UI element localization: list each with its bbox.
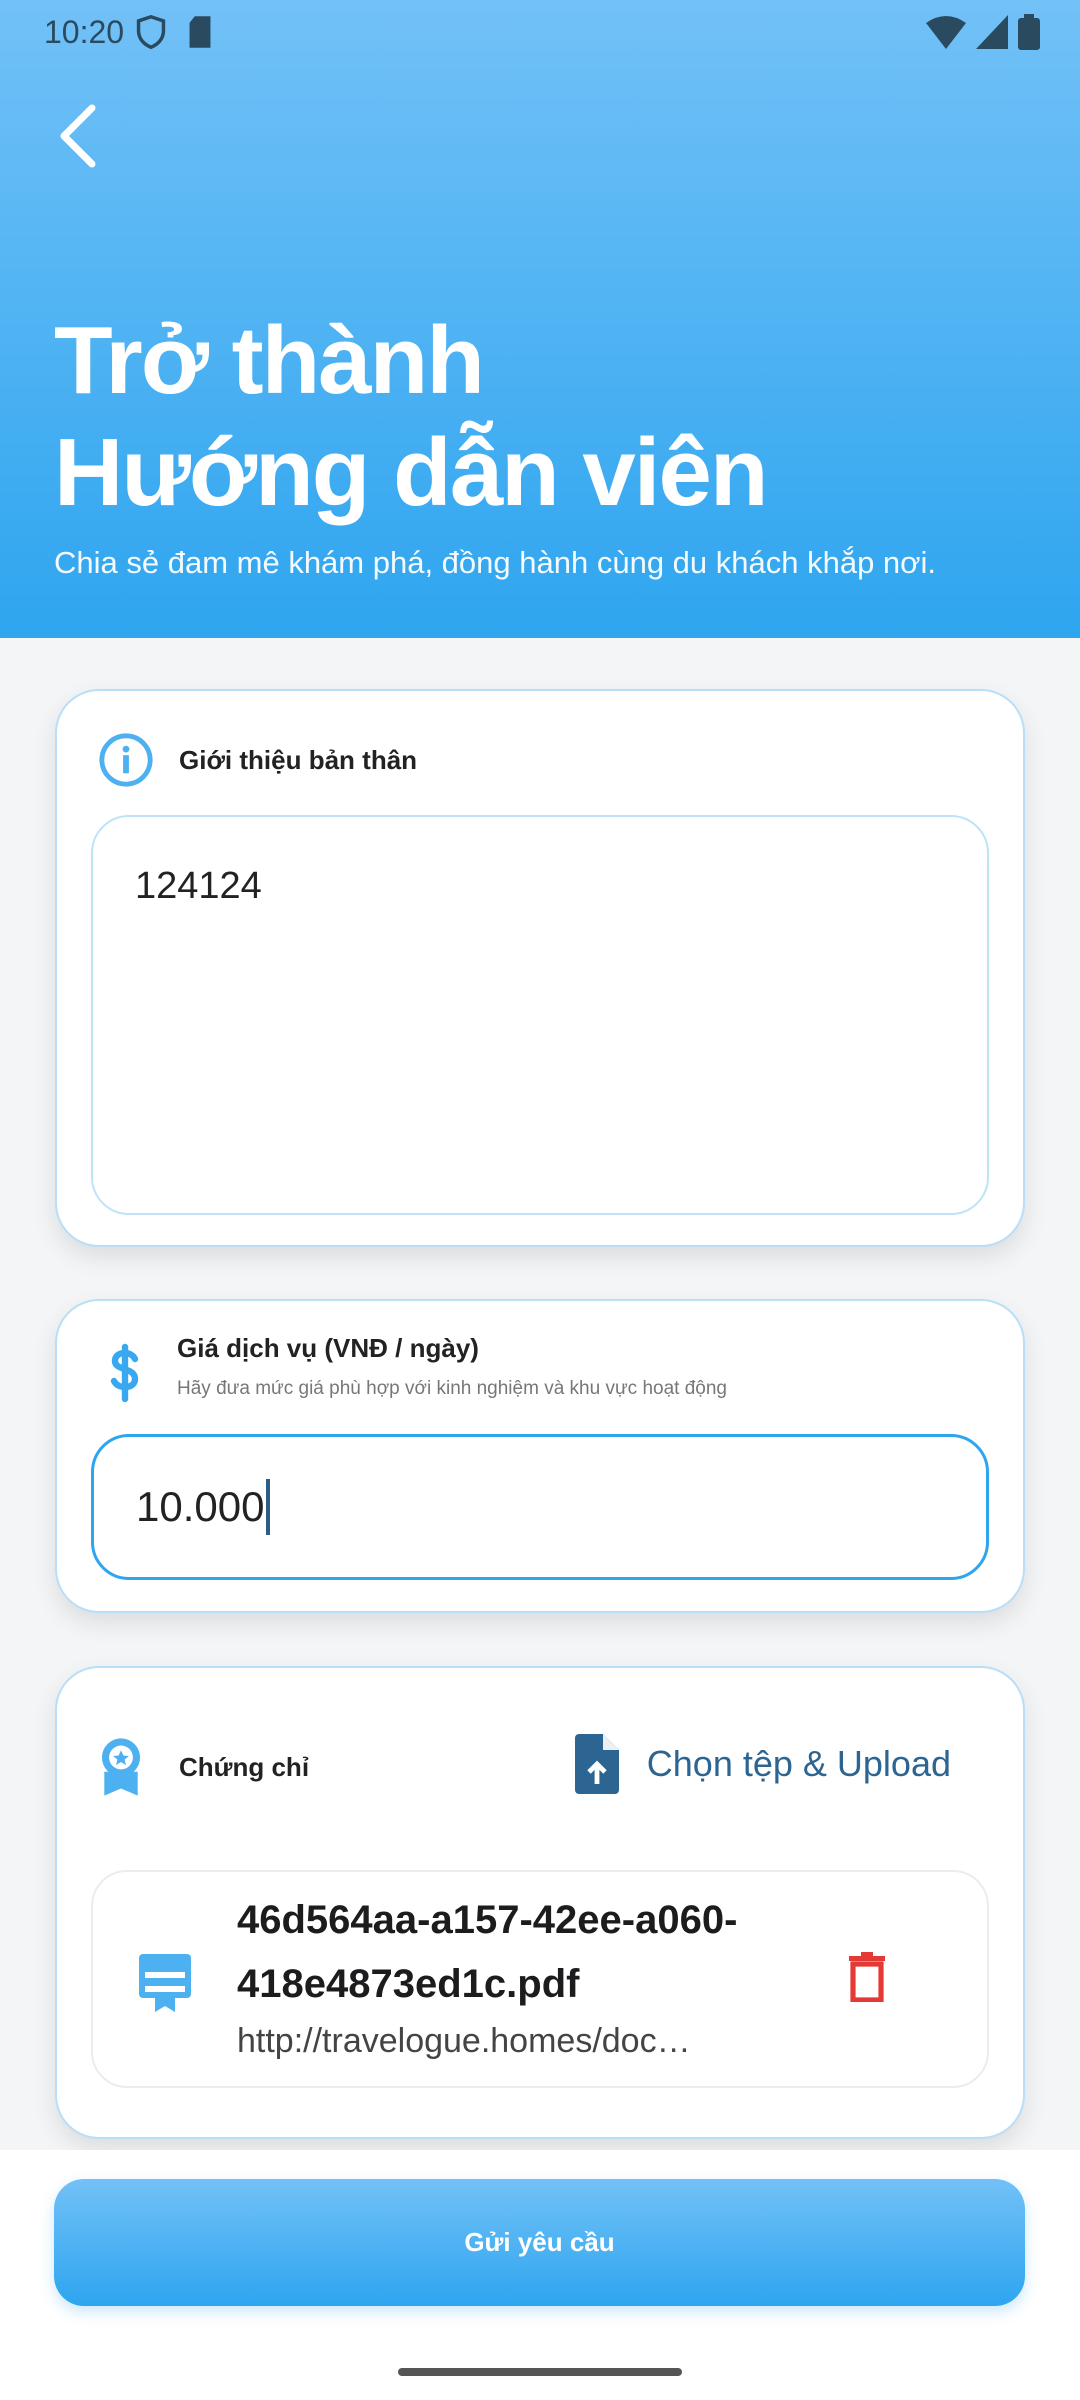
price-value: 10.000: [136, 1483, 265, 1530]
bottom-bar: Gửi yêu cầu: [0, 2150, 1080, 2400]
sd-card-icon: [189, 16, 211, 48]
shield-icon: [136, 14, 166, 50]
battery-icon: [1018, 14, 1040, 50]
page-subtitle: Chia sẻ đam mê khám phá, đồng hành cùng …: [54, 545, 937, 580]
file-item: 46d564aa-a157-42ee-a060-418e4873ed1c.pdf…: [91, 1870, 989, 2088]
certificates-label: Chứng chỉ: [179, 1751, 310, 1782]
page-title: Trở thành Hướng dẫn viên: [54, 305, 768, 529]
certificate-icon: [139, 1954, 191, 2012]
back-button[interactable]: [52, 104, 102, 168]
intro-card: Giới thiệu bản thân 124124: [55, 689, 1025, 1247]
price-card: Giá dịch vụ (VNĐ / ngày) Hãy đưa mức giá…: [55, 1299, 1025, 1613]
intro-label: Giới thiệu bản thân: [179, 744, 418, 775]
home-indicator[interactable]: [398, 2368, 682, 2376]
certificates-card: Chứng chỉ Chọn tệp & Upload 46d564aa-a15…: [55, 1666, 1025, 2139]
title-line-1: Trở thành: [54, 307, 485, 414]
delete-icon[interactable]: [847, 1952, 887, 2002]
file-name: 46d564aa-a157-42ee-a060-418e4873ed1c.pdf: [237, 1898, 738, 2006]
intro-textarea[interactable]: 124124: [91, 815, 989, 1215]
upload-label: Chọn tệp & Upload: [646, 1743, 951, 1784]
title-line-2: Hướng dẫn viên: [54, 419, 768, 526]
upload-button[interactable]: Chọn tệp & Upload: [574, 1733, 951, 1795]
status-bar: 10:20: [44, 12, 1040, 52]
wifi-icon: [926, 16, 966, 49]
text-caret: [266, 1479, 271, 1535]
file-url[interactable]: http://travelogue.homes/doc…: [237, 2022, 757, 2061]
signal-icon: [976, 15, 1008, 49]
dollar-icon: [110, 1343, 139, 1403]
header-banner: 10:20 Trở thành Hướng dẫn viên Chia sẻ đ…: [0, 0, 1080, 638]
award-icon: [101, 1738, 141, 1796]
submit-button[interactable]: Gửi yêu cầu: [54, 2179, 1025, 2306]
file-upload-icon: [574, 1734, 619, 1794]
info-icon: [99, 733, 153, 787]
price-label: Giá dịch vụ (VNĐ / ngày): [177, 1333, 479, 1363]
status-time: 10:20: [44, 13, 125, 50]
price-input[interactable]: 10.000: [91, 1434, 989, 1580]
price-hint: Hãy đưa mức giá phù hợp với kinh nghiệm …: [177, 1378, 727, 1399]
